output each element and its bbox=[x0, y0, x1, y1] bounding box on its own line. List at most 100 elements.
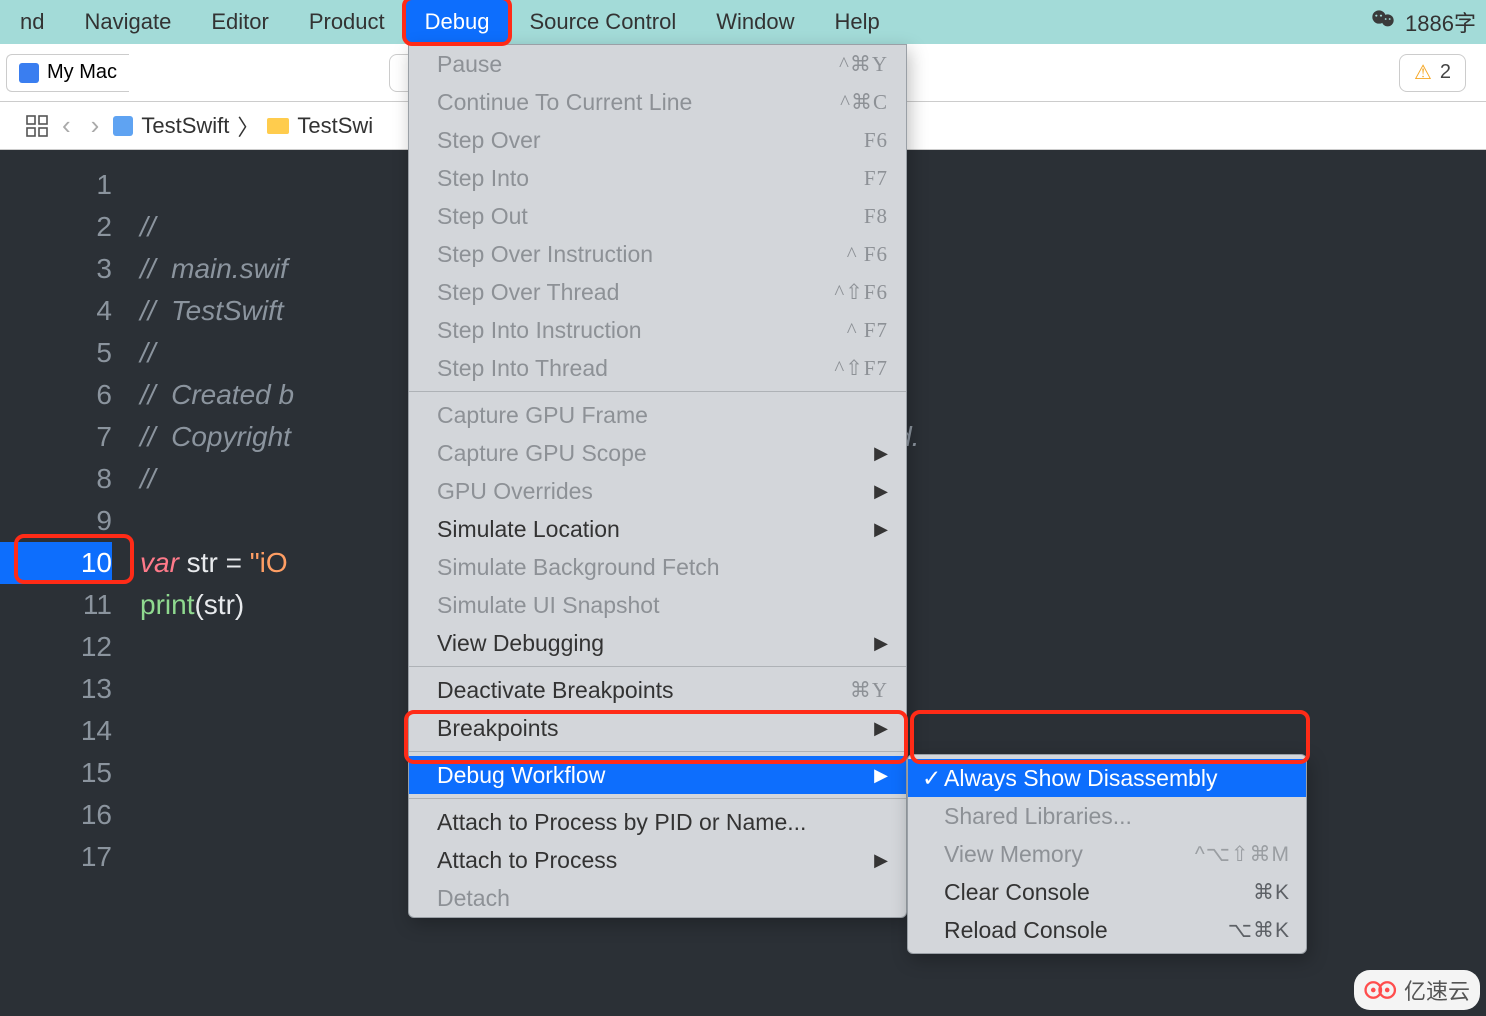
related-items-icon[interactable] bbox=[26, 115, 48, 137]
menu-sep bbox=[409, 391, 906, 392]
code-token: ) bbox=[235, 589, 244, 620]
menu-attach-pid[interactable]: Attach to Process by PID or Name... bbox=[409, 803, 906, 841]
watermark-text: 亿速云 bbox=[1404, 974, 1470, 1006]
menu-simulate-background-fetch: Simulate Background Fetch bbox=[409, 548, 906, 586]
breakpoint-line[interactable]: 10 bbox=[0, 542, 112, 584]
submenu-arrow-icon: ▶ bbox=[874, 850, 888, 871]
menu-sep bbox=[409, 798, 906, 799]
menu-item-source-control[interactable]: Source Control bbox=[509, 0, 696, 44]
menu-step-over-instruction: Step Over Instruction^ F6 bbox=[409, 235, 906, 273]
menu-breakpoints[interactable]: Breakpoints▶ bbox=[409, 709, 906, 747]
nav-back-icon[interactable]: ‹ bbox=[56, 110, 77, 141]
menu-item-product[interactable]: Product bbox=[289, 0, 405, 44]
menu-simulate-location[interactable]: Simulate Location▶ bbox=[409, 510, 906, 548]
code-token: str bbox=[204, 589, 235, 620]
line-num[interactable]: 8 bbox=[0, 458, 112, 500]
menu-deactivate-breakpoints[interactable]: Deactivate Breakpoints⌘Y bbox=[409, 671, 906, 709]
submenu-reload-console[interactable]: Reload Console⌥⌘K bbox=[908, 911, 1306, 949]
submenu-arrow-icon: ▶ bbox=[874, 633, 888, 654]
line-num[interactable]: 12 bbox=[0, 626, 112, 668]
code-token: print bbox=[140, 589, 194, 620]
watermark: 亿速云 bbox=[1354, 970, 1480, 1010]
code-line: // bbox=[140, 211, 156, 242]
line-gutter[interactable]: 1 2 3 4 5 6 7 8 9 10 11 12 13 14 15 16 1… bbox=[0, 150, 130, 878]
warning-count: 2 bbox=[1440, 61, 1451, 84]
wechat-icon[interactable] bbox=[1371, 8, 1395, 36]
menu-sep bbox=[409, 751, 906, 752]
submenu-arrow-icon: ▶ bbox=[874, 443, 888, 464]
code-line: // Copyright bbox=[140, 421, 291, 452]
line-num[interactable]: 16 bbox=[0, 794, 112, 836]
line-num[interactable]: 1 bbox=[0, 164, 112, 206]
menu-item-debug[interactable]: Debug bbox=[405, 0, 510, 44]
code-token: "iO bbox=[250, 547, 288, 578]
line-num[interactable]: 3 bbox=[0, 248, 112, 290]
submenu-shared-libraries: Shared Libraries... bbox=[908, 797, 1306, 835]
menu-gpu-overrides: GPU Overrides▶ bbox=[409, 472, 906, 510]
menu-step-into: Step IntoF7 bbox=[409, 159, 906, 197]
breadcrumb-folder[interactable]: TestSwi bbox=[297, 113, 373, 139]
submenu-always-show-disassembly[interactable]: ✓Always Show Disassembly bbox=[908, 759, 1306, 797]
menu-capture-gpu-scope: Capture GPU Scope▶ bbox=[409, 434, 906, 472]
submenu-arrow-icon: ▶ bbox=[874, 519, 888, 540]
menu-item-nd[interactable]: nd bbox=[0, 0, 64, 44]
breadcrumb-sep: 〉 bbox=[237, 110, 259, 142]
mac-icon bbox=[19, 63, 39, 83]
line-num[interactable]: 7 bbox=[0, 416, 112, 458]
menu-sep bbox=[409, 666, 906, 667]
line-num[interactable]: 13 bbox=[0, 668, 112, 710]
menu-step-over: Step OverF6 bbox=[409, 121, 906, 159]
menu-continue-to-current-line: Continue To Current Line^⌘C bbox=[409, 83, 906, 121]
menu-item-navigate[interactable]: Navigate bbox=[64, 0, 191, 44]
menu-item-help[interactable]: Help bbox=[814, 0, 899, 44]
menubar-status-text: 1886字 bbox=[1405, 6, 1476, 38]
code-line: // Created b bbox=[140, 379, 294, 410]
code-line: // bbox=[140, 463, 156, 494]
run-target-label: My Mac bbox=[47, 61, 117, 84]
debug-workflow-submenu: ✓Always Show Disassembly Shared Librarie… bbox=[907, 754, 1307, 954]
line-num[interactable]: 11 bbox=[0, 584, 112, 626]
code-line: // TestSwift bbox=[140, 295, 284, 326]
submenu-arrow-icon: ▶ bbox=[874, 481, 888, 502]
menu-capture-gpu-frame: Capture GPU Frame bbox=[409, 396, 906, 434]
line-num[interactable]: 17 bbox=[0, 836, 112, 878]
menu-debug-workflow[interactable]: Debug Workflow▶ bbox=[409, 756, 906, 794]
menu-detach: Detach bbox=[409, 879, 906, 917]
menu-attach-process[interactable]: Attach to Process▶ bbox=[409, 841, 906, 879]
nav-forward-icon[interactable]: › bbox=[85, 110, 106, 141]
submenu-arrow-icon: ▶ bbox=[874, 718, 888, 739]
menu-simulate-ui-snapshot: Simulate UI Snapshot bbox=[409, 586, 906, 624]
menu-step-into-thread: Step Into Thread^⇧F7 bbox=[409, 349, 906, 387]
code-token: ( bbox=[194, 589, 203, 620]
submenu-view-memory: View Memory^⌥⇧⌘M bbox=[908, 835, 1306, 873]
submenu-clear-console[interactable]: Clear Console⌘K bbox=[908, 873, 1306, 911]
menu-step-over-thread: Step Over Thread^⇧F6 bbox=[409, 273, 906, 311]
line-num[interactable]: 5 bbox=[0, 332, 112, 374]
menu-step-into-instruction: Step Into Instruction^ F7 bbox=[409, 311, 906, 349]
menubar: nd Navigate Editor Product Debug Source … bbox=[0, 0, 1486, 44]
folder-icon bbox=[267, 118, 289, 134]
menu-view-debugging[interactable]: View Debugging▶ bbox=[409, 624, 906, 662]
menu-item-window[interactable]: Window bbox=[696, 0, 814, 44]
menu-item-editor[interactable]: Editor bbox=[191, 0, 288, 44]
run-target-selector[interactable]: My Mac bbox=[6, 54, 129, 92]
line-num[interactable]: 6 bbox=[0, 374, 112, 416]
code-line: // main.swif bbox=[140, 253, 288, 284]
breadcrumb-project[interactable]: TestSwift bbox=[141, 113, 229, 139]
line-num[interactable]: 15 bbox=[0, 752, 112, 794]
debug-menu: Pause^⌘Y Continue To Current Line^⌘C Ste… bbox=[408, 44, 907, 918]
code-line: // bbox=[140, 337, 156, 368]
line-num[interactable]: 14 bbox=[0, 710, 112, 752]
check-icon: ✓ bbox=[922, 765, 944, 792]
line-num[interactable]: 4 bbox=[0, 290, 112, 332]
menu-step-out: Step OutF8 bbox=[409, 197, 906, 235]
line-num[interactable]: 9 bbox=[0, 500, 112, 542]
submenu-arrow-icon: ▶ bbox=[874, 765, 888, 786]
code-token: var bbox=[140, 547, 179, 578]
warnings-indicator[interactable]: ⚠ 2 bbox=[1399, 54, 1466, 92]
code-token: str bbox=[179, 547, 226, 578]
line-num[interactable]: 2 bbox=[0, 206, 112, 248]
menu-pause: Pause^⌘Y bbox=[409, 45, 906, 83]
project-icon bbox=[113, 116, 133, 136]
menubar-right: 1886字 bbox=[1371, 6, 1486, 38]
